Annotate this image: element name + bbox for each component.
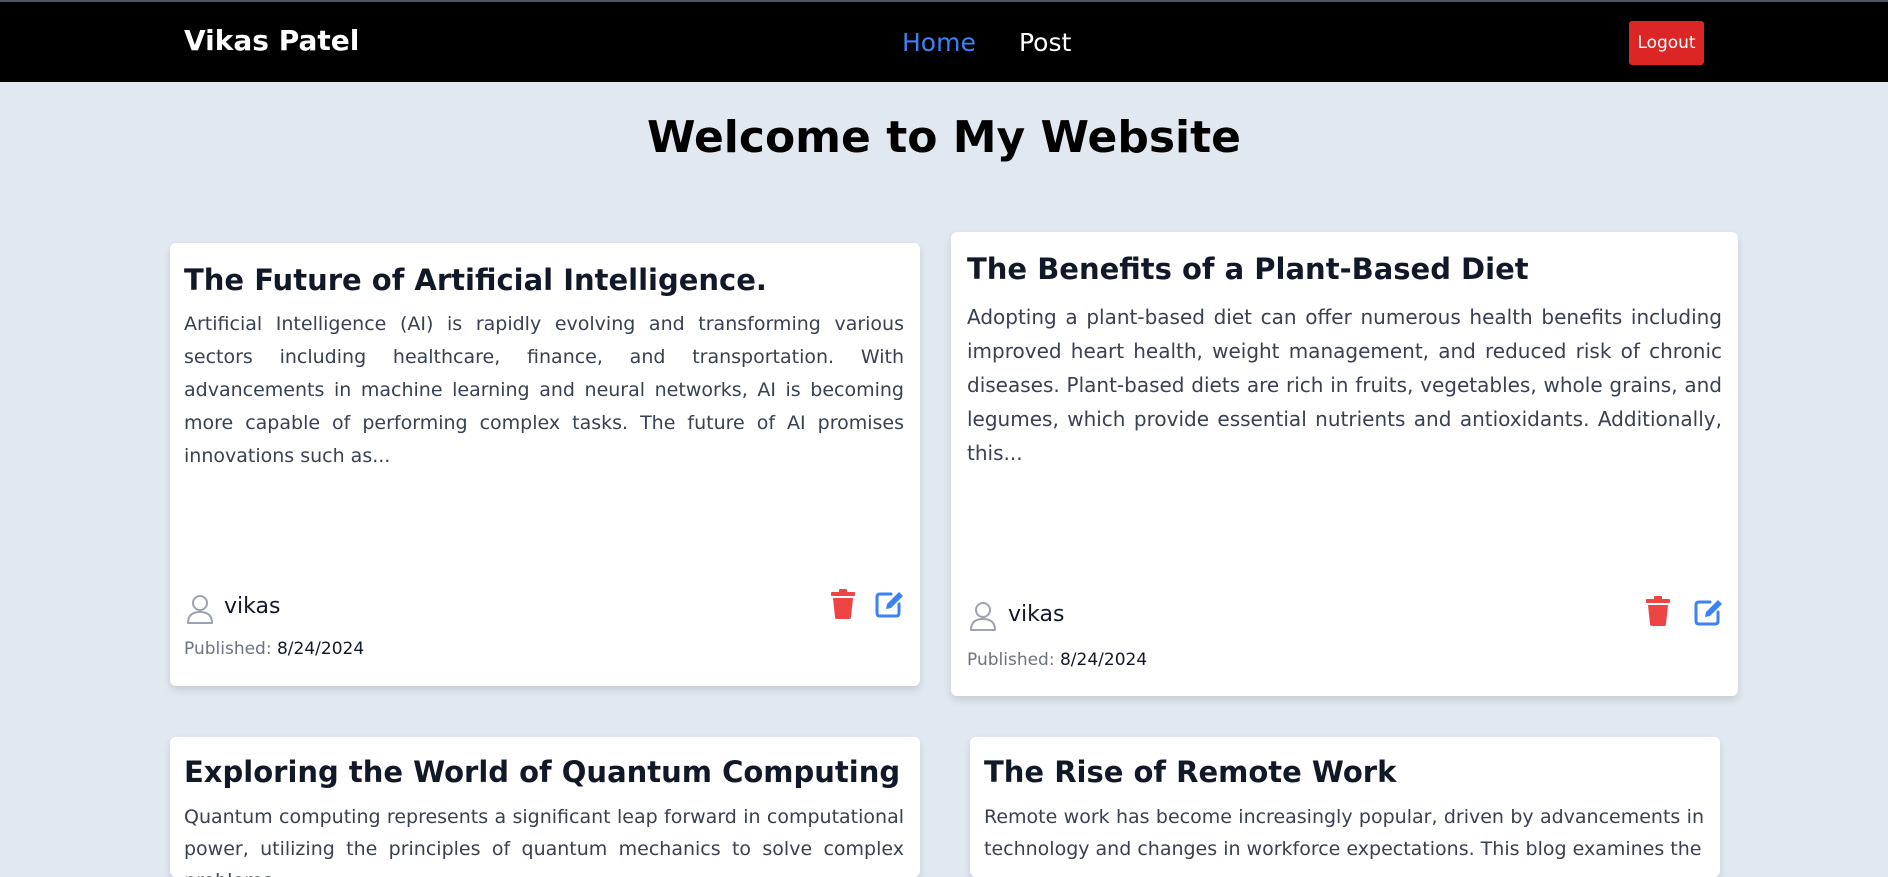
user-icon xyxy=(970,602,996,631)
post-published: Published: 8/24/2024 xyxy=(184,639,364,659)
post-card: The Rise of Remote Work Remote work has … xyxy=(970,737,1720,877)
post-title: The Rise of Remote Work xyxy=(984,755,1397,789)
edit-icon[interactable] xyxy=(875,590,905,618)
post-excerpt: Quantum computing represents a significa… xyxy=(184,806,904,877)
page-title: Welcome to My Website xyxy=(646,112,1242,163)
nav-link-post[interactable]: Post xyxy=(1019,28,1071,57)
nav-link-home[interactable]: Home xyxy=(902,28,976,57)
post-card: The Future of Artificial Intelligence. A… xyxy=(170,243,920,686)
post-excerpt: Artificial Intelligence (AI) is rapidly … xyxy=(184,313,904,467)
user-icon xyxy=(187,595,213,624)
published-label: Published: xyxy=(184,639,272,659)
post-author: vikas xyxy=(224,594,281,619)
post-excerpt: Remote work has become increasingly popu… xyxy=(984,806,1704,860)
post-title: Exploring the World of Quantum Computing xyxy=(184,755,901,789)
post-excerpt: Adopting a plant-based diet can offer nu… xyxy=(967,305,1722,465)
published-date: 8/24/2024 xyxy=(276,639,365,659)
post-author: vikas xyxy=(1008,602,1065,627)
navbar: Vikas Patel Home Post Logout xyxy=(0,2,1888,82)
logout-button[interactable]: Logout xyxy=(1629,21,1704,65)
trash-icon[interactable] xyxy=(830,589,856,619)
post-title: The Benefits of a Plant-Based Diet xyxy=(967,252,1529,286)
edit-icon[interactable] xyxy=(1694,598,1724,626)
published-label: Published: xyxy=(967,650,1055,670)
post-card: The Benefits of a Plant-Based Diet Adopt… xyxy=(951,232,1738,696)
post-card: Exploring the World of Quantum Computing… xyxy=(170,737,920,877)
brand-name[interactable]: Vikas Patel xyxy=(184,24,359,57)
published-date: 8/24/2024 xyxy=(1059,650,1148,670)
post-title: The Future of Artificial Intelligence. xyxy=(184,263,767,297)
post-published: Published: 8/24/2024 xyxy=(967,650,1147,670)
trash-icon[interactable] xyxy=(1645,596,1671,626)
